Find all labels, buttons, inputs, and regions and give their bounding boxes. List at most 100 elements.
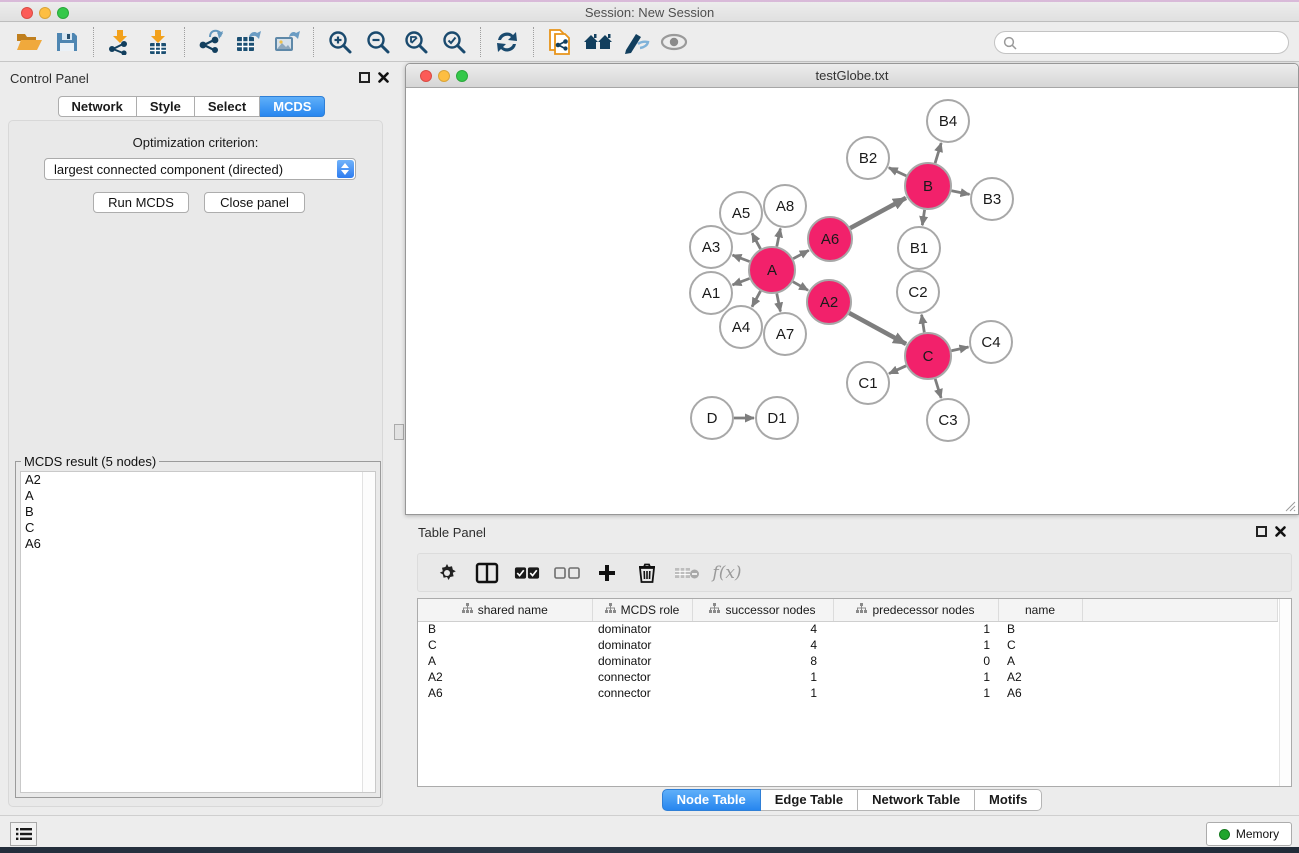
select-all-icon[interactable] [514, 560, 540, 586]
edge-A-A1[interactable] [733, 279, 750, 285]
tab-mcds[interactable]: MCDS [260, 96, 325, 117]
column-header-shared-name[interactable]: shared name [418, 599, 592, 621]
column-header-successor-nodes[interactable]: successor nodes [692, 599, 833, 621]
control-panel-title: Control Panel [10, 71, 89, 86]
node-label-A1: A1 [702, 285, 720, 302]
toolbar-separator [533, 27, 534, 57]
edge-A-A5[interactable] [752, 233, 761, 249]
close-panel-button[interactable]: Close panel [204, 192, 305, 213]
table-row-A2[interactable]: A2connector11A2 [418, 669, 1278, 685]
tab-node-table[interactable]: Node Table [662, 789, 761, 811]
zoom-out-icon[interactable] [359, 26, 397, 58]
close-panel-icon[interactable] [377, 71, 390, 84]
table-header-row: shared nameMCDS rolesuccessor nodesprede… [418, 599, 1278, 621]
function-builder-icon[interactable]: f(x) [714, 560, 740, 586]
result-item-A2[interactable]: A2 [21, 472, 375, 488]
add-column-icon[interactable] [594, 560, 620, 586]
column-header-predecessor-nodes[interactable]: predecessor nodes [833, 599, 998, 621]
node-label-A5: A5 [732, 205, 750, 222]
edge-B-B2[interactable] [889, 168, 907, 176]
node-label-C4: C4 [981, 334, 1000, 351]
edge-A-A6[interactable] [793, 250, 809, 258]
node-label-B: B [923, 178, 933, 195]
node-label-A6: A6 [821, 231, 839, 248]
node-label-A4: A4 [732, 319, 750, 336]
panel-divider-handle[interactable] [394, 424, 404, 440]
show-hide-annotations-icon[interactable] [617, 26, 655, 58]
network-window-titlebar[interactable]: testGlobe.txt [406, 64, 1298, 88]
result-item-A[interactable]: A [21, 488, 375, 504]
mcds-result-list: A2ABCA6 [20, 471, 376, 793]
show-columns-icon[interactable] [474, 560, 500, 586]
criterion-select[interactable]: largest connected component (directed) [44, 158, 356, 180]
edge-A-A7[interactable] [777, 294, 781, 312]
tab-motifs[interactable]: Motifs [975, 789, 1042, 811]
export-image-icon[interactable] [268, 26, 306, 58]
result-item-B[interactable]: B [21, 504, 375, 520]
result-item-C[interactable]: C [21, 520, 375, 536]
export-network-icon[interactable] [192, 26, 230, 58]
run-mcds-button[interactable]: Run MCDS [93, 192, 189, 213]
tab-network-table[interactable]: Network Table [858, 789, 975, 811]
tab-style[interactable]: Style [137, 96, 195, 117]
result-item-A6[interactable]: A6 [21, 536, 375, 552]
edge-A-A2[interactable] [793, 282, 808, 291]
result-list-scrollbar[interactable] [362, 472, 375, 792]
column-label: name [1025, 603, 1055, 617]
zoom-selected-icon[interactable] [435, 26, 473, 58]
edge-A2-C[interactable] [849, 313, 906, 344]
close-table-panel-icon[interactable] [1274, 525, 1287, 538]
zoom-in-icon[interactable] [321, 26, 359, 58]
edge-A-A3[interactable] [733, 255, 750, 261]
edge-C-C1[interactable] [889, 366, 906, 374]
table-options-icon[interactable] [434, 560, 460, 586]
column-header-MCDS-role[interactable]: MCDS role [592, 599, 692, 621]
import-network-icon[interactable] [101, 26, 139, 58]
edge-C-C4[interactable] [951, 347, 968, 351]
tab-network[interactable]: Network [58, 96, 137, 117]
tab-edge-table[interactable]: Edge Table [761, 789, 858, 811]
tab-select[interactable]: Select [195, 96, 260, 117]
edge-C-C3[interactable] [935, 379, 941, 398]
open-session-icon[interactable] [10, 26, 48, 58]
shared-column-icon [709, 603, 720, 617]
show-hide-graphics-icon[interactable] [655, 26, 693, 58]
float-panel-icon[interactable] [359, 72, 370, 83]
node-label-C3: C3 [938, 412, 957, 429]
cell: C [998, 637, 1082, 653]
delete-column-icon[interactable] [634, 560, 660, 586]
memory-button[interactable]: Memory [1206, 822, 1292, 846]
cell: A2 [418, 669, 592, 685]
zoom-fit-icon[interactable] [397, 26, 435, 58]
export-table-icon[interactable] [230, 26, 268, 58]
edge-C-C2[interactable] [922, 315, 925, 333]
edge-A-A8[interactable] [777, 229, 781, 247]
network-from-file-icon[interactable] [541, 26, 579, 58]
cell: 4 [692, 621, 833, 637]
table-row-C[interactable]: Cdominator41C [418, 637, 1278, 653]
delete-table-icon[interactable] [674, 560, 700, 586]
edge-A-A4[interactable] [752, 291, 761, 307]
search-input[interactable] [1023, 33, 1278, 52]
edge-B-B4[interactable] [935, 143, 941, 163]
network-canvas[interactable]: B4B2BB3A8A5A6A3B1AC2A1A2A4A7C4CC1C3DD1 [406, 88, 1298, 514]
deselect-all-icon[interactable] [554, 560, 580, 586]
table-row-B[interactable]: Bdominator41B [418, 621, 1278, 637]
refresh-icon[interactable] [488, 26, 526, 58]
edge-B-B3[interactable] [952, 191, 970, 195]
edge-B-B1[interactable] [922, 210, 924, 225]
table-row-A[interactable]: Adominator80A [418, 653, 1278, 669]
task-history-button[interactable] [10, 822, 37, 846]
float-table-panel-icon[interactable] [1256, 526, 1267, 537]
window-resize-grip[interactable] [1284, 500, 1296, 512]
home-icon[interactable] [579, 26, 617, 58]
import-table-icon[interactable] [139, 26, 177, 58]
window-titlebar[interactable]: Session: New Session [0, 0, 1299, 22]
node-label-A: A [767, 262, 777, 279]
table-scrollbar[interactable] [1279, 599, 1291, 786]
edge-A6-B[interactable] [850, 198, 906, 228]
column-header-name[interactable]: name [998, 599, 1082, 621]
table-row-A6[interactable]: A6connector11A6 [418, 685, 1278, 701]
cell: B [418, 621, 592, 637]
save-session-icon[interactable] [48, 26, 86, 58]
